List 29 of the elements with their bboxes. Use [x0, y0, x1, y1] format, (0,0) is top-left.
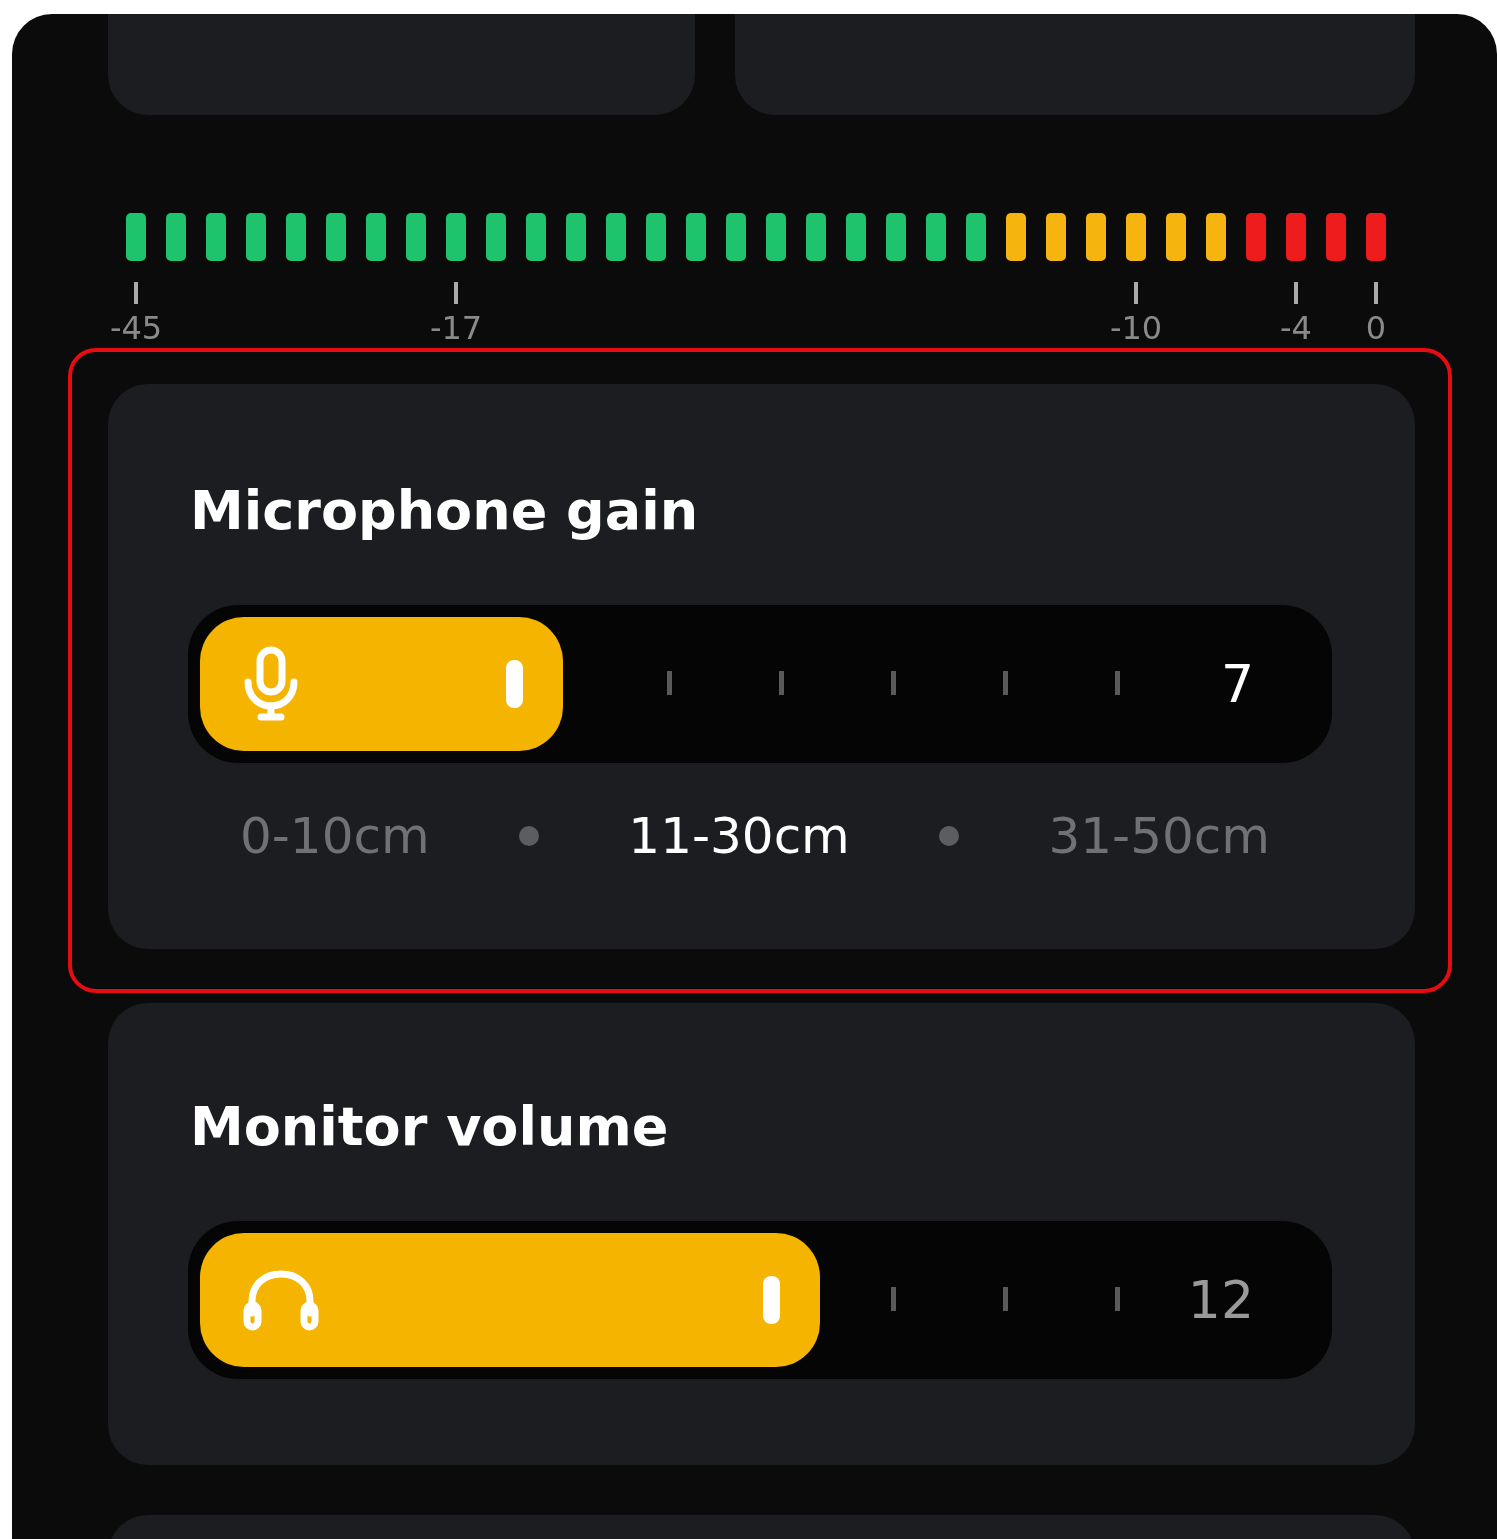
tick-mark [1003, 671, 1008, 695]
tick-mark [891, 1287, 896, 1311]
scale-label: -17 [429, 310, 483, 346]
tick-mark [779, 671, 784, 695]
tick-mark [1115, 1287, 1120, 1311]
distance-option[interactable]: 11-30cm [628, 803, 850, 869]
headphones-icon [242, 1269, 320, 1331]
tick-mark [1003, 1287, 1008, 1311]
scale-tick [1294, 282, 1298, 304]
scale-tick [1134, 282, 1138, 304]
scale-tick [454, 282, 458, 304]
slider-value: 12 [1187, 1269, 1254, 1331]
slider-value: 7 [1220, 653, 1254, 715]
separator-dot [519, 826, 539, 846]
microphone-icon [242, 646, 300, 722]
scale-tick [134, 282, 138, 304]
slider-track[interactable]: 12 [188, 1221, 1332, 1379]
tick-mark [667, 671, 672, 695]
scale-label: -10 [1109, 310, 1163, 346]
scale-label: -45 [109, 310, 163, 346]
tick-mark [891, 671, 896, 695]
tick-mark [1115, 671, 1120, 695]
scale-tick [1374, 282, 1378, 304]
scale-label: -4 [1280, 310, 1312, 346]
section-title: Monitor volume [190, 1095, 670, 1159]
slider-track[interactable]: 7 [188, 605, 1332, 763]
scale-label: 0 [1365, 310, 1387, 346]
separator-dot [939, 826, 960, 846]
section-title: Microphone gain [190, 479, 700, 543]
